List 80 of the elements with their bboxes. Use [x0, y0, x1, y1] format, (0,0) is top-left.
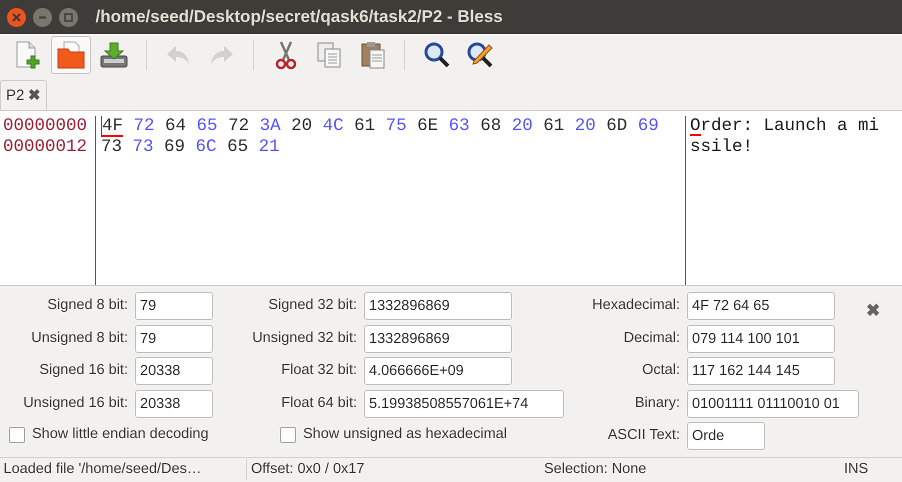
value-field[interactable]: 79	[135, 324, 213, 352]
ascii-text: ssile!	[690, 137, 754, 158]
value-field[interactable]: 079 114 100 101	[687, 324, 835, 352]
hex-byte[interactable]: 64	[165, 116, 186, 137]
download-icon	[99, 40, 129, 70]
hex-byte[interactable]: 73	[101, 137, 122, 158]
field-label: Decimal:	[622, 328, 680, 348]
new-file-icon	[14, 40, 40, 70]
folder-icon	[56, 40, 86, 70]
hex-byte[interactable]: 69	[164, 137, 186, 158]
ascii-text: Order: Launch a mi	[690, 116, 880, 137]
field-label: Hexadecimal:	[591, 296, 680, 316]
maximize-button[interactable]	[59, 8, 78, 26]
copy-icon	[316, 41, 342, 69]
status-file: Loaded file '/home/seed/Des…	[2, 460, 202, 479]
field-label: Binary:	[634, 394, 680, 413]
window-title: /home/seed/Desktop/secret/qask6/task2/P2 - Bless	[96, 6, 503, 28]
value-field[interactable]: 1332896869	[364, 324, 512, 352]
checkbox[interactable]	[9, 426, 25, 443]
field-label: Float 32 bit:	[280, 361, 357, 380]
value-field[interactable]: 79	[135, 292, 213, 320]
value-field[interactable]: 20338	[135, 357, 213, 385]
hex-byte[interactable]: 6C	[196, 137, 217, 158]
field-label: Unsigned 16 bit:	[22, 394, 128, 413]
field-label: Octal:	[641, 361, 680, 380]
file-tab[interactable]: P2 ✖	[0, 80, 47, 110]
field-label: ASCII Text:	[606, 426, 680, 446]
value-field[interactable]: 1332896869	[364, 292, 512, 320]
scissors-icon	[274, 40, 298, 70]
search-pencil-icon	[466, 41, 494, 69]
field-label: Signed 8 bit:	[46, 296, 128, 316]
value-field[interactable]: 4F 72 64 65	[687, 292, 835, 320]
hex-byte[interactable]: 21	[258, 137, 280, 158]
maximize-icon	[64, 12, 73, 22]
value-field[interactable]: 01001111 01110010 01	[687, 390, 859, 418]
checkbox[interactable]	[280, 426, 296, 443]
close-icon	[12, 12, 21, 22]
hex-byte[interactable]: 72	[228, 116, 250, 137]
hex-byte[interactable]: 61	[354, 116, 376, 137]
hex-byte[interactable]: 4C	[322, 116, 344, 137]
value-field[interactable]: 4.066666E+09	[364, 357, 512, 385]
panel-close-button[interactable]: ✖	[866, 298, 880, 457]
field-label: Unsigned 32 bit:	[251, 328, 357, 348]
field-label: Unsigned 8 bit:	[30, 328, 128, 348]
hex-byte[interactable]: 4F	[101, 116, 124, 137]
checkbox-label: Show little endian decoding	[32, 425, 209, 444]
close-button[interactable]	[7, 8, 26, 26]
hex-byte[interactable]: 63	[448, 116, 470, 137]
hex-byte[interactable]: 61	[543, 116, 564, 137]
status-selection: Selection: None	[544, 460, 648, 479]
value-field[interactable]: 117 162 144 145	[687, 357, 835, 385]
tab-close-button[interactable]: ✖	[28, 84, 41, 107]
hex-byte[interactable]: 68	[480, 116, 502, 137]
open-button[interactable]	[50, 36, 90, 74]
hex-byte[interactable]: 3A	[260, 116, 281, 137]
hex-byte[interactable]: 65	[196, 116, 218, 137]
checkbox-label: Show unsigned as hexadecimal	[303, 425, 507, 444]
clipboard-icon	[360, 40, 386, 70]
offset-label: 00000000	[3, 116, 88, 137]
value-field[interactable]: 20338	[135, 390, 213, 418]
hex-byte[interactable]: 6D	[606, 116, 628, 137]
search-icon	[422, 41, 450, 69]
hex-byte[interactable]: 20	[291, 116, 312, 137]
field-label: Float 64 bit:	[280, 394, 357, 413]
hex-byte[interactable]: 20	[512, 116, 533, 137]
hex-byte[interactable]: 72	[134, 116, 155, 137]
hex-byte[interactable]: 65	[227, 137, 248, 158]
status-offset: Offset: 0x0 / 0x17	[246, 458, 544, 480]
value-field[interactable]: 5.19938508557061E+74	[364, 390, 564, 418]
hex-byte[interactable]: 6E	[417, 116, 438, 137]
hex-byte[interactable]: 75	[386, 116, 407, 137]
minimize-button[interactable]	[33, 8, 52, 26]
status-mode: INS	[844, 460, 868, 479]
hex-byte[interactable]: 20	[574, 116, 596, 137]
field-label: Signed 16 bit:	[38, 361, 128, 380]
offset-label: 00000012	[3, 137, 88, 158]
value-field[interactable]: Orde	[687, 422, 765, 450]
field-label: Signed 32 bit:	[267, 296, 357, 316]
hex-byte[interactable]: 69	[638, 116, 659, 137]
hex-byte[interactable]: 73	[132, 137, 154, 158]
